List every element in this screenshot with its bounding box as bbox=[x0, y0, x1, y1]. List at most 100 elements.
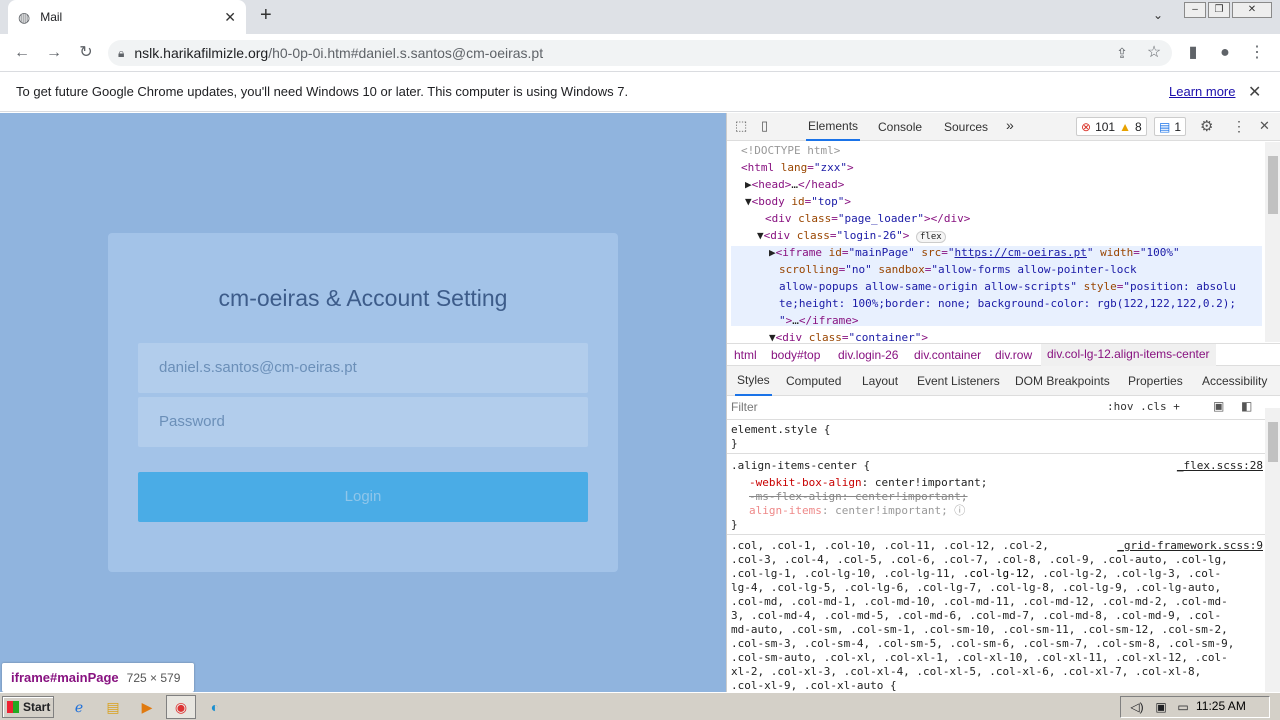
tab-sources[interactable]: Sources bbox=[944, 120, 988, 134]
web-page-viewport: cm-oeiras & Account Setting daniel.s.san… bbox=[0, 113, 726, 692]
warning-count: 8 bbox=[1134, 119, 1142, 134]
dom-iframe-close: ">…</iframe> bbox=[779, 314, 859, 327]
tooltip-size: 725 × 579 bbox=[126, 670, 181, 685]
page-title: cm-oeiras & Account Setting bbox=[218, 285, 508, 311]
paint-icon[interactable]: ▣ bbox=[1213, 399, 1224, 413]
crumb-body[interactable]: body#top bbox=[771, 348, 820, 362]
chrome-icon: ◉ bbox=[174, 699, 188, 715]
close-devtools-icon[interactable]: ✕ bbox=[1259, 118, 1270, 134]
infobar-message: To get future Google Chrome updates, you… bbox=[16, 84, 629, 99]
styles-subtabs: Styles Computed Layout Event Listeners D… bbox=[727, 366, 1280, 396]
power-icon[interactable]: ▭ bbox=[1174, 698, 1192, 716]
tab-accessibility[interactable]: Accessibility bbox=[1202, 374, 1267, 388]
new-tab-button[interactable]: + bbox=[260, 4, 272, 27]
reload-icon[interactable]: ↻ bbox=[75, 42, 97, 64]
clock: 11:25 AM bbox=[1196, 699, 1246, 713]
issues-counter[interactable]: ⊗ 101 ▲ 8 bbox=[1076, 117, 1147, 136]
tab-console[interactable]: Console bbox=[878, 120, 922, 134]
crumb-container[interactable]: div.container bbox=[914, 348, 981, 362]
dom-body-node[interactable]: ▼<body id="top"> bbox=[745, 193, 851, 210]
password-field[interactable]: Password bbox=[138, 397, 588, 447]
element-inspect-tooltip: iframe#mainPage 725 × 579 bbox=[2, 663, 194, 692]
crumb-row[interactable]: div.row bbox=[995, 348, 1032, 362]
error-count: 101 bbox=[1095, 119, 1116, 134]
styles-scrollbar[interactable] bbox=[1265, 408, 1280, 692]
tab-strip: ◍ Mail ✕ + ⌄ – ❐ ✕ bbox=[0, 0, 1280, 34]
windows-taskbar: Start ℯ ▤ ▶ ◉ ◐ ◁) ▣ ▭ 11:25 AM bbox=[0, 692, 1280, 720]
share-icon[interactable]: ⇪ bbox=[1111, 42, 1133, 64]
volume-icon[interactable]: ◁) bbox=[1128, 698, 1146, 716]
more-tabs-icon[interactable]: » bbox=[1006, 117, 1014, 133]
ie-icon[interactable]: ℯ bbox=[70, 698, 88, 716]
start-button[interactable]: Start bbox=[2, 696, 54, 718]
inspect-element-icon[interactable]: ⬚ bbox=[735, 118, 747, 134]
login-button[interactable]: Login bbox=[138, 472, 588, 522]
tab-dom-breakpoints[interactable]: DOM Breakpoints bbox=[1015, 374, 1110, 388]
forward-icon[interactable]: → bbox=[43, 42, 65, 64]
styles-filter-tools[interactable]: :hov .cls + bbox=[1107, 400, 1180, 413]
menu-kebab-icon[interactable]: ⋮ bbox=[1246, 42, 1268, 64]
css-prop-align-items[interactable]: align-items: center!important; ⓘ bbox=[749, 504, 965, 518]
network-icon[interactable]: ▣ bbox=[1152, 698, 1170, 716]
tab-layout[interactable]: Layout bbox=[862, 374, 898, 388]
dom-tree[interactable]: <!DOCTYPE html> <html lang="zxx"> ▶<head… bbox=[727, 142, 1265, 342]
dom-html-node[interactable]: <html lang="zxx"> bbox=[741, 159, 854, 176]
media-player-icon[interactable]: ▶ bbox=[138, 698, 156, 716]
rule-source-flex[interactable]: _flex.scss:28 bbox=[1177, 459, 1263, 473]
crumb-login[interactable]: div.login-26 bbox=[838, 348, 898, 362]
close-window-button[interactable]: ✕ bbox=[1232, 2, 1272, 18]
profile-avatar-icon[interactable]: ● bbox=[1214, 42, 1236, 64]
sidebar-toggle-icon[interactable]: ◧ bbox=[1241, 399, 1252, 413]
crumb-html[interactable]: html bbox=[734, 348, 757, 362]
minimize-button[interactable]: – bbox=[1184, 2, 1206, 18]
settings-gear-icon[interactable]: ⚙ bbox=[1200, 117, 1213, 135]
css-prop-webkit-box-align[interactable]: -webkit-box-align: center!important; bbox=[749, 476, 987, 490]
rule-separator bbox=[727, 453, 1265, 454]
email-field[interactable]: daniel.s.santos@cm-oeiras.pt bbox=[138, 343, 588, 393]
learn-more-link[interactable]: Learn more bbox=[1169, 84, 1235, 99]
folder-icon[interactable]: ▤ bbox=[104, 698, 122, 716]
bookmark-star-icon[interactable]: ☆ bbox=[1143, 42, 1165, 64]
address-bar[interactable]: 🔒︎ nslk.harikafilmizle.org/h0-0p-0i.htm#… bbox=[108, 40, 1172, 66]
message-count: 1 bbox=[1174, 119, 1182, 134]
dom-loader-node[interactable]: <div class="page_loader"></div> bbox=[765, 210, 970, 227]
tab-styles[interactable]: Styles bbox=[735, 366, 772, 396]
tab-event-listeners[interactable]: Event Listeners bbox=[917, 374, 1000, 388]
dom-scrollbar[interactable] bbox=[1265, 142, 1280, 342]
tab-title: Mail bbox=[40, 10, 63, 24]
rule-separator bbox=[727, 534, 1265, 535]
dom-head-node[interactable]: ▶<head>…</head> bbox=[745, 176, 844, 193]
dom-iframe-attrs-3: te;height: 100%;border: none; background… bbox=[779, 297, 1236, 310]
back-icon[interactable]: ← bbox=[11, 42, 33, 64]
close-tab-icon[interactable]: ✕ bbox=[224, 9, 236, 26]
warning-icon: ▲ bbox=[1119, 119, 1131, 134]
dom-iframe-attrs-2: allow-popups allow-same-origin allow-scr… bbox=[779, 280, 1236, 293]
css-prop-ms-flex-align[interactable]: -ms-flex-align: center!important; bbox=[749, 490, 968, 504]
tab-properties[interactable]: Properties bbox=[1128, 374, 1183, 388]
breadcrumb: html body#top div.login-26 div.container… bbox=[727, 343, 1280, 366]
error-icon: ⊗ bbox=[1081, 119, 1092, 134]
side-panel-icon[interactable]: ▮ bbox=[1182, 42, 1204, 64]
url-text: nslk.harikafilmizle.org/h0-0p-0i.htm#dan… bbox=[134, 45, 544, 61]
globe-icon: ◍ bbox=[18, 8, 31, 25]
styles-filter-input[interactable]: Filter bbox=[731, 400, 758, 414]
tab-elements[interactable]: Elements bbox=[806, 113, 861, 141]
rule-selector-align: .align-items-center { bbox=[731, 459, 871, 472]
browser-tab[interactable]: ◍ Mail ✕ bbox=[8, 0, 246, 34]
devtools-menu-icon[interactable]: ⋮ bbox=[1232, 118, 1246, 135]
tab-search-icon[interactable]: ⌄ bbox=[1153, 8, 1163, 22]
styles-filter-bar: Filter :hov .cls + ▣ ◧ bbox=[727, 396, 1280, 420]
edge-icon[interactable]: ◐ bbox=[206, 698, 224, 716]
device-toggle-icon[interactable]: ▯ bbox=[761, 118, 768, 134]
crumb-selected[interactable]: div.col-lg-12.align-items-center bbox=[1041, 344, 1216, 366]
restore-button[interactable]: ❐ bbox=[1208, 2, 1230, 18]
tab-computed[interactable]: Computed bbox=[786, 374, 841, 388]
dom-container-node[interactable]: ▼<div class="container"> bbox=[769, 329, 928, 342]
devtools-tabbar: ⬚ ▯ Elements Console Sources » ⊗ 101 ▲ 8… bbox=[727, 113, 1280, 141]
messages-counter[interactable]: ▤ 1 bbox=[1154, 117, 1187, 136]
dom-iframe-node[interactable]: ▶<iframe id="mainPage" src="https://cm-o… bbox=[769, 244, 1180, 261]
styles-pane[interactable]: element.style { } .align-items-center { … bbox=[727, 421, 1265, 692]
close-icon[interactable]: ✕ bbox=[1248, 82, 1261, 102]
update-infobar: To get future Google Chrome updates, you… bbox=[0, 72, 1280, 112]
rule-close-brace: } bbox=[731, 518, 738, 531]
